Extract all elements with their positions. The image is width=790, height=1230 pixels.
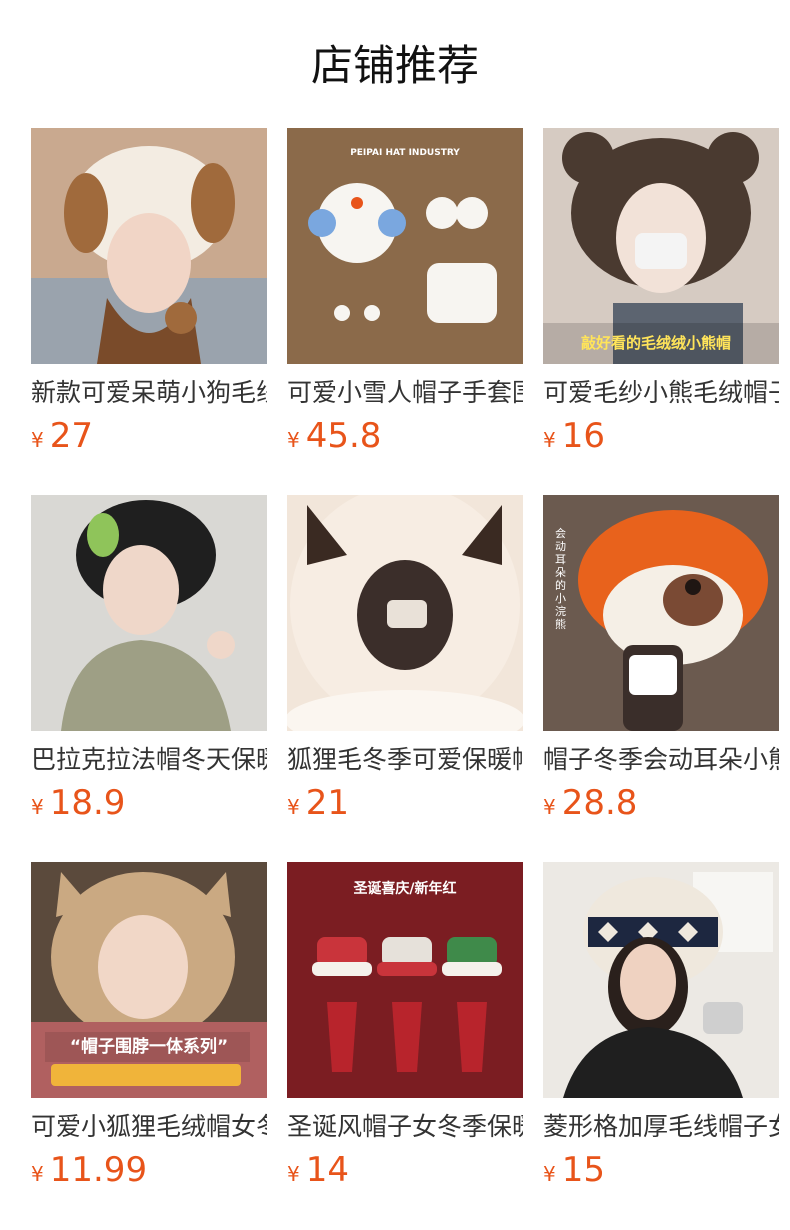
product-name[interactable]: 菱形格加厚毛线帽子女 [543, 1110, 779, 1144]
image-caption: PEIPAI HAT INDUSTRY [350, 148, 460, 158]
currency-symbol: ¥ [31, 795, 44, 819]
product-price: ¥11.99 [31, 1148, 267, 1198]
product-image[interactable] [287, 495, 523, 731]
product-card[interactable]: 巴拉克拉法帽冬天保暖 ¥18.9 [31, 495, 267, 823]
product-price: ¥28.8 [543, 781, 779, 831]
image-caption: 敲好看的毛绒绒小熊帽 [581, 334, 732, 352]
product-grid: 新款可爱呆萌小狗毛线帽 ¥27 PEI [31, 128, 779, 1190]
price-value: 15 [561, 1150, 605, 1190]
currency-symbol: ¥ [31, 428, 44, 452]
product-image[interactable]: 圣诞喜庆/新年红 [287, 862, 523, 1098]
product-image[interactable] [543, 862, 779, 1098]
price-value: 14 [305, 1150, 349, 1190]
image-caption: 圣诞喜庆/新年红 [353, 881, 457, 897]
product-card[interactable]: 狐狸毛冬季可爱保暖帽 ¥21 [287, 495, 523, 823]
product-card[interactable]: 敲好看的毛绒绒小熊帽 可爱毛纱小熊毛绒帽子 ¥16 [543, 128, 779, 456]
price-value: 11.99 [49, 1150, 148, 1190]
product-image[interactable]: PEIPAI HAT INDUSTRY [287, 128, 523, 364]
image-caption: “帽子围脖一体系列” [69, 1037, 229, 1057]
currency-symbol: ¥ [543, 428, 556, 452]
product-name[interactable]: 狐狸毛冬季可爱保暖帽 [287, 743, 523, 777]
currency-symbol: ¥ [543, 1162, 556, 1186]
product-card[interactable]: “帽子围脖一体系列” 可爱小狐狸毛绒帽女冬 ¥11.99 [31, 862, 267, 1190]
image-caption: 会动耳朵的小浣熊 [555, 527, 566, 631]
price-value: 18.9 [49, 783, 126, 823]
product-card[interactable]: 圣诞喜庆/新年红 圣诞风帽子女冬季保暖 ¥14 [287, 862, 523, 1190]
currency-symbol: ¥ [31, 1162, 44, 1186]
product-price: ¥15 [543, 1148, 779, 1198]
recommend-page: 店铺推荐 新款可爱呆萌小狗毛线帽 ¥27 [0, 0, 790, 1230]
product-price: ¥18.9 [31, 781, 267, 831]
product-name[interactable]: 可爱毛纱小熊毛绒帽子 [543, 376, 779, 410]
product-name[interactable]: 圣诞风帽子女冬季保暖 [287, 1110, 523, 1144]
product-price: ¥21 [287, 781, 523, 831]
product-image[interactable]: “帽子围脖一体系列” [31, 862, 267, 1098]
product-image[interactable]: 会动耳朵的小浣熊 [543, 495, 779, 731]
currency-symbol: ¥ [287, 795, 300, 819]
product-image[interactable] [31, 128, 267, 364]
currency-symbol: ¥ [287, 428, 300, 452]
product-card[interactable]: 新款可爱呆萌小狗毛线帽 ¥27 [31, 128, 267, 456]
product-name[interactable]: 可爱小雪人帽子手套围巾 [287, 376, 523, 410]
product-image[interactable] [31, 495, 267, 731]
price-value: 28.8 [561, 783, 638, 823]
product-name[interactable]: 帽子冬季会动耳朵小熊 [543, 743, 779, 777]
price-value: 21 [305, 783, 349, 823]
product-price: ¥14 [287, 1148, 523, 1198]
product-name[interactable]: 可爱小狐狸毛绒帽女冬 [31, 1110, 267, 1144]
price-value: 16 [561, 416, 605, 456]
product-card[interactable]: 会动耳朵的小浣熊 帽子冬季会动耳朵小熊 ¥28.8 [543, 495, 779, 823]
product-price: ¥16 [543, 414, 779, 464]
currency-symbol: ¥ [543, 795, 556, 819]
product-card[interactable]: PEIPAI HAT INDUSTRY 可爱小雪人帽子手套围巾 ¥45.8 [287, 128, 523, 456]
product-image[interactable]: 敲好看的毛绒绒小熊帽 [543, 128, 779, 364]
price-value: 27 [49, 416, 93, 456]
product-price: ¥27 [31, 414, 267, 464]
product-name[interactable]: 新款可爱呆萌小狗毛线帽 [31, 376, 267, 410]
price-value: 45.8 [305, 416, 382, 456]
product-name[interactable]: 巴拉克拉法帽冬天保暖 [31, 743, 267, 777]
product-card[interactable]: 菱形格加厚毛线帽子女 ¥15 [543, 862, 779, 1190]
product-price: ¥45.8 [287, 414, 523, 464]
currency-symbol: ¥ [287, 1162, 300, 1186]
page-title: 店铺推荐 [310, 41, 479, 90]
